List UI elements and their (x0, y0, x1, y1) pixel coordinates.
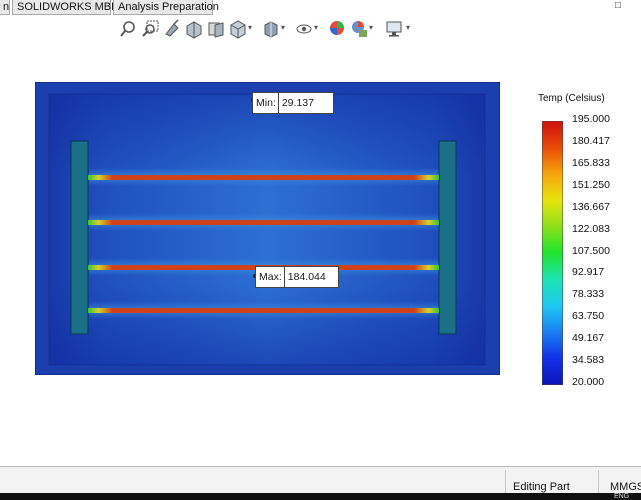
dynamic-annotation-icon[interactable] (206, 18, 226, 40)
view-orientation-dropdown[interactable]: ▾ (248, 24, 254, 32)
previous-view-icon[interactable] (162, 18, 182, 40)
thermal-plot-viewport[interactable] (35, 82, 500, 375)
legend-tick-label: 165.833 (572, 156, 610, 169)
apply-scene-dropdown[interactable]: ▾ (369, 24, 375, 32)
apply-scene-icon[interactable] (349, 18, 369, 40)
hide-show-icon[interactable] (294, 18, 314, 40)
legend-tick-label: 20.000 (572, 376, 605, 388)
view-orientation-icon[interactable] (228, 18, 248, 40)
legend-tick-label: 78.333 (572, 288, 605, 301)
min-temperature-probe[interactable]: Min: 29.137 (252, 92, 334, 114)
display-style-dropdown[interactable]: ▾ (281, 24, 287, 32)
status-separator (505, 470, 506, 493)
zoom-to-area-icon[interactable] (140, 18, 160, 40)
max-probe-value: 184.044 (287, 271, 326, 283)
view-settings-dropdown[interactable]: ▾ (406, 24, 412, 32)
edit-appearance-icon[interactable] (327, 18, 347, 40)
restore-window-button[interactable]: □ (612, 0, 624, 14)
legend-tick-label: 107.500 (572, 244, 610, 257)
temperature-contour-plot (35, 82, 500, 375)
heating-wire-4 (88, 308, 439, 313)
right-support-post (438, 140, 457, 335)
hide-show-dropdown[interactable]: ▾ (314, 24, 320, 32)
heads-up-view-toolbar: ▾ ▾ ▾ ▾ ▾ (118, 18, 418, 42)
view-settings-icon[interactable] (384, 18, 404, 40)
input-language-indicator[interactable]: ENG (614, 493, 629, 500)
heating-wire-1 (88, 175, 439, 180)
legend-tick-label: 92.917 (572, 266, 605, 279)
legend-tick-label: 122.083 (572, 222, 610, 235)
max-probe-label: Max: (256, 267, 285, 287)
legend-tick-label: 151.250 (572, 178, 610, 191)
max-temperature-probe[interactable]: Max: 184.044 (255, 266, 339, 288)
command-manager-tabs: n SOLIDWORKS MBD Analysis Preparation (0, 0, 641, 16)
tab-solidworks-mbd[interactable]: SOLIDWORKS MBD (12, 0, 119, 15)
min-probe-label: Min: (253, 93, 279, 113)
status-separator (598, 470, 599, 493)
legend-tick-label: 180.417 (572, 134, 610, 147)
heating-wire-2 (88, 220, 439, 225)
tab-analysis-preparation[interactable]: Analysis Preparation (113, 0, 219, 15)
left-support-post (70, 140, 89, 335)
legend-title: Temp (Celsius) (538, 93, 605, 104)
min-probe-value: 29.137 (281, 97, 314, 109)
legend-gradient (542, 121, 563, 385)
zoom-to-fit-icon[interactable] (118, 18, 138, 40)
legend-tick-label: 195.000 (572, 113, 610, 125)
status-mode: Editing Part (513, 481, 570, 493)
tab-partial[interactable]: n (0, 0, 10, 15)
legend-tick-label: 49.167 (572, 332, 605, 345)
legend-tick-label: 34.583 (572, 354, 605, 367)
legend-tick-label: 136.667 (572, 200, 610, 213)
display-style-icon[interactable] (261, 18, 281, 40)
legend-tick-label: 63.750 (572, 310, 605, 323)
section-view-icon[interactable] (184, 18, 204, 40)
status-units[interactable]: MMGS (610, 481, 641, 493)
taskbar (0, 493, 641, 500)
legend-color-bar (542, 121, 563, 385)
